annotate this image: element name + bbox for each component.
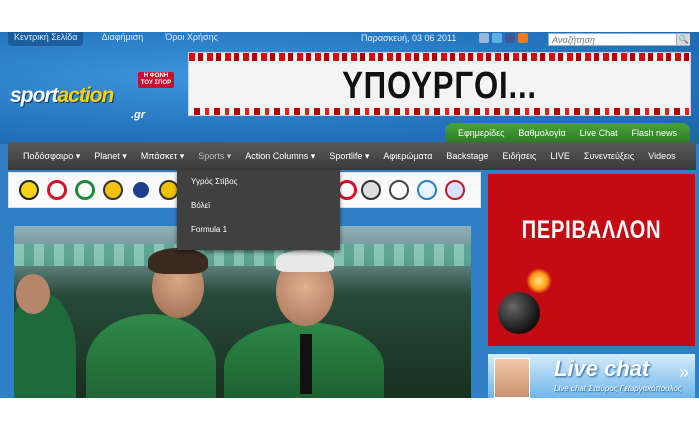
bomb-icon — [498, 292, 540, 334]
top-link-home[interactable]: Κεντρική Σελίδα — [8, 32, 84, 46]
nav-item-news[interactable]: Ειδήσεις — [495, 151, 543, 161]
live-chat-subtitle: Live chat Σταύρος Γεωργακόπουλος — [554, 384, 682, 393]
live-chat-title: Live chat — [554, 356, 650, 381]
photo-head-left — [16, 274, 50, 314]
team-crest-icon[interactable] — [19, 180, 39, 200]
top-banner-ad[interactable]: ΥΠΟΥΡΓΟΙ... — [188, 52, 691, 116]
featured-photo[interactable] — [14, 226, 471, 398]
nav-item-live[interactable]: LIVE — [543, 151, 577, 161]
photo-player-center — [86, 314, 216, 398]
banner-headline: ΥΠΟΥΡΓΟΙ... — [342, 65, 537, 107]
secondary-nav-newspapers[interactable]: Εφημερίδες — [458, 128, 505, 138]
top-link-terms[interactable]: Όροι Χρήσης — [161, 32, 222, 46]
photo-hair-center — [148, 248, 208, 274]
chevron-right-icon: » — [678, 362, 689, 382]
nav-item-videos[interactable]: Videos — [641, 151, 682, 161]
browser-viewport: Κεντρική Σελίδα Διαφήμιση Όροι Χρήσης Πα… — [0, 32, 699, 398]
nav-item-basketball[interactable]: Μπάσκετ ▾ — [134, 151, 191, 162]
rss-gray-icon[interactable] — [479, 33, 489, 43]
secondary-nav: Εφημερίδες Βαθμολογία Live Chat Flash ne… — [445, 123, 690, 142]
logo-action: action — [57, 84, 115, 107]
nav-item-interviews[interactable]: Συνεντεύξεις — [577, 151, 641, 161]
dropdown-item-volleyball[interactable]: Βόλεϊ — [177, 194, 340, 218]
team-crest-icon[interactable] — [337, 180, 357, 200]
banner-splatter-top — [189, 53, 690, 61]
secondary-nav-standings[interactable]: Βαθμολογία — [518, 128, 565, 138]
team-crest-icon[interactable] — [159, 180, 179, 200]
logo-tagline: Η ΦΩΝΗ ΤΟΥ ΣΠΟΡ — [138, 72, 174, 88]
team-crest-icon[interactable] — [389, 180, 409, 200]
promo-banner-environment[interactable]: ΠΕΡΙΒΑΛΛΟΝ — [488, 174, 695, 346]
nav-item-planet[interactable]: Planet ▾ — [87, 151, 134, 162]
team-crest-icon[interactable] — [361, 180, 381, 200]
secondary-nav-live-chat[interactable]: Live Chat — [580, 128, 618, 138]
nav-item-backstage[interactable]: Backstage — [439, 151, 495, 161]
team-crest-icon[interactable] — [417, 180, 437, 200]
nav-item-features[interactable]: Αφιερώματα — [376, 151, 439, 161]
main-nav: Ποδόσφαιρο ▾ Planet ▾ Μπάσκετ ▾ Sports ▾… — [8, 142, 696, 170]
dropdown-item-athletics[interactable]: Υγρός Στίβος — [177, 170, 340, 194]
top-links: Κεντρική Σελίδα Διαφήμιση Όροι Χρήσης — [8, 32, 222, 46]
logo-sport: sport — [10, 84, 58, 107]
secondary-nav-flash-news[interactable]: Flash news — [631, 128, 677, 138]
live-chat-avatar — [494, 358, 530, 398]
live-chat-banner[interactable]: Live chat Live chat Σταύρος Γεωργακόπουλ… — [488, 354, 695, 398]
promo-headline: ΠΕΡΙΒΑΛΛΟΝ — [521, 216, 662, 244]
search-input[interactable]: Αναζήτηση — [548, 33, 690, 46]
top-link-ads[interactable]: Διαφήμιση — [97, 32, 147, 46]
nav-item-sportlife[interactable]: Sportlife ▾ — [322, 151, 376, 162]
dropdown-item-formula1[interactable]: Formula 1 — [177, 218, 340, 242]
facebook-icon[interactable] — [505, 33, 515, 43]
team-crest-icon[interactable] — [75, 180, 95, 200]
fuse-spark-icon — [526, 268, 552, 294]
photo-coach-tie — [300, 334, 312, 394]
team-crest-icon[interactable] — [103, 180, 123, 200]
logo-wordmark: sportaction — [10, 84, 115, 108]
nav-item-action-columns[interactable]: Action Columns ▾ — [238, 151, 322, 162]
sports-dropdown-menu: Υγρός Στίβος Βόλεϊ Formula 1 — [177, 170, 340, 250]
twitter-icon[interactable] — [492, 33, 502, 43]
banner-splatter-bottom — [189, 108, 690, 115]
team-crest-icon[interactable] — [445, 180, 465, 200]
nav-item-football[interactable]: Ποδόσφαιρο ▾ — [16, 151, 87, 162]
logo-suffix: .gr — [131, 109, 146, 121]
photo-hair-coach — [276, 250, 334, 272]
rss-icon[interactable] — [518, 33, 528, 43]
team-crest-icon[interactable] — [47, 180, 67, 200]
nav-item-sports[interactable]: Sports ▾ — [191, 151, 238, 162]
search-icon[interactable]: 🔍 — [676, 34, 690, 45]
current-date: Παρασκευή, 03 06 2011 — [361, 33, 457, 43]
team-crest-icon[interactable] — [131, 180, 151, 200]
site-logo[interactable]: sportaction Η ΦΩΝΗ ΤΟΥ ΣΠΟΡ .gr — [10, 72, 174, 124]
